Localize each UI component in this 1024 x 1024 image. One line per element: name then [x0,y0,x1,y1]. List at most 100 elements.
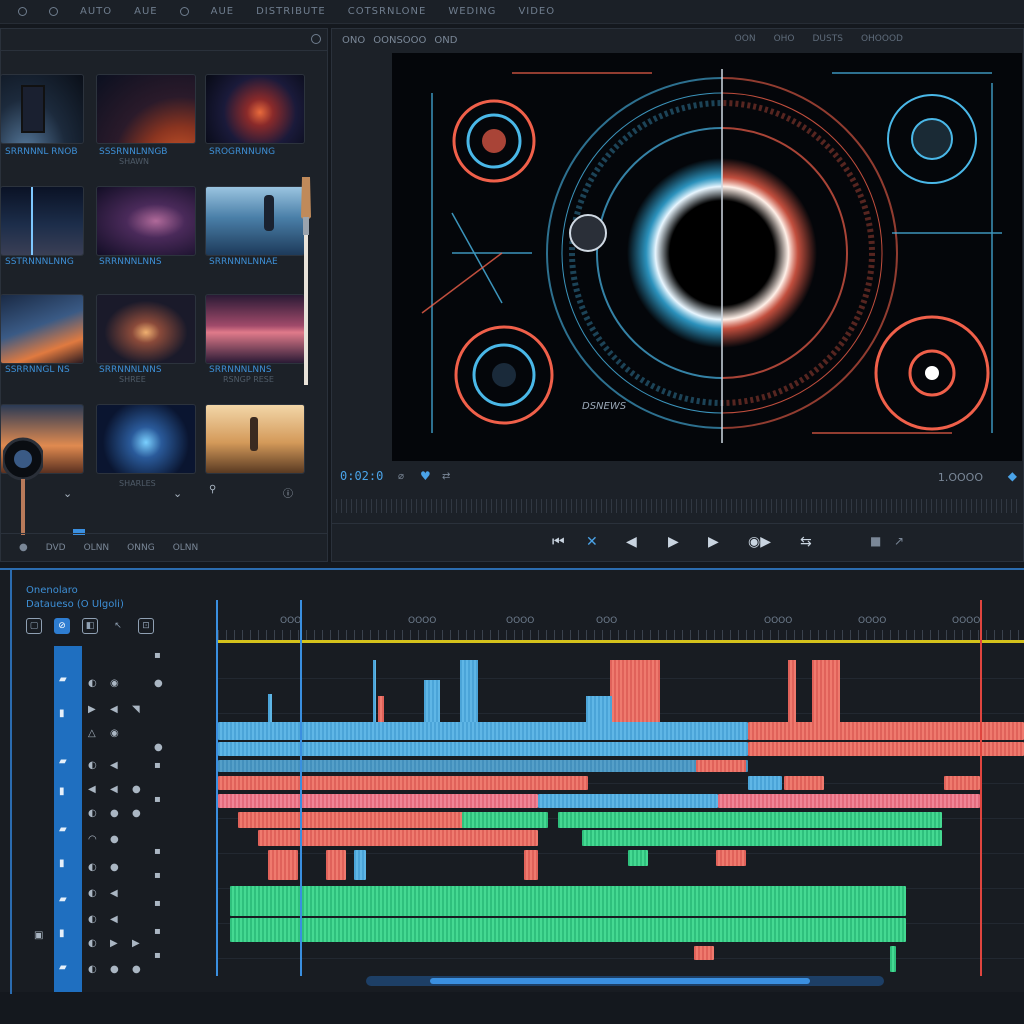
clip-green[interactable] [628,850,648,866]
close-icon[interactable]: ✕ [586,534,598,550]
audio-icon[interactable]: ◉ [110,728,119,739]
clip-red[interactable] [696,760,746,772]
marker-diamond-icon[interactable]: ◆ [1008,469,1017,483]
preview-tab-ono[interactable]: ONO [342,35,365,46]
clip-green[interactable] [558,812,942,828]
work-area-bar[interactable] [218,640,1024,643]
eye-icon[interactable]: ◐ [88,862,97,873]
solo-icon[interactable]: ● [110,808,119,819]
clip-red[interactable] [524,850,538,880]
settings-icon[interactable] [49,7,58,16]
heart-icon[interactable]: ♥ [420,469,431,483]
clip-pink[interactable] [218,794,538,808]
arrow-icon[interactable]: ◀ [88,784,96,795]
clip-green-long[interactable] [230,886,906,916]
timeline-ruler[interactable]: OOO OOOO OOOO OOO OOOO OOOO OOOO [218,600,1024,642]
arrow-icon[interactable]: ◥ [132,704,140,715]
clip-blue[interactable] [218,760,748,772]
track-lock-icon[interactable]: ▮ [59,786,65,797]
menu-item-cotsrnlone[interactable]: COTSRNLONE [348,6,427,17]
media-thumbnail-horizon-light[interactable] [1,187,83,255]
menu-item-aue[interactable]: AUE [134,6,157,17]
clip-red[interactable] [748,742,1024,756]
solo-icon[interactable]: ● [110,834,119,845]
eye-icon[interactable]: ◐ [88,678,97,689]
track-lock-icon[interactable]: ▮ [59,708,65,719]
clip-red[interactable] [268,850,298,880]
eye-icon[interactable]: ◐ [88,938,97,949]
clip-red[interactable] [716,850,746,866]
play-track-icon[interactable]: ▶ [88,704,96,715]
menu-item-video[interactable]: VIDEO [518,6,555,17]
audio-icon[interactable]: ◉ [110,678,119,689]
menu-item-aue-2[interactable]: AUE [211,6,234,17]
media-thumbnail-sunset-band[interactable] [206,295,304,363]
preview-option-3[interactable]: DUSTS [813,34,843,44]
select-tool-icon[interactable]: ▢ [26,618,42,634]
scrollbar-thumb[interactable] [430,978,810,984]
media-thumbnail-desert-figure[interactable] [206,405,304,473]
track-menu-icon[interactable]: ▪ [154,898,161,909]
track-menu-icon[interactable]: ▪ [154,760,161,771]
preview-scrubber[interactable] [336,499,1020,513]
arrow-tool-icon[interactable]: ↖ [110,618,126,634]
track-lock-icon[interactable]: ▰ [59,824,67,835]
eye-icon[interactable]: ◐ [88,760,97,771]
track-menu-icon[interactable]: ▪ [154,846,161,857]
track-lock-icon[interactable]: ▮ [59,858,65,869]
media-thumbnail-earth-orbit[interactable] [1,75,83,143]
playhead-red[interactable] [980,600,982,976]
in-point-marker[interactable] [216,600,218,976]
expand-icon[interactable]: ↗ [894,534,904,548]
preview-option-2[interactable]: OHO [774,34,795,44]
media-thumbnail-galaxy-purple[interactable] [97,187,195,255]
clip-red[interactable] [944,776,980,790]
solo-icon[interactable]: ● [132,808,141,819]
media-thumbnail-planet-red[interactable] [97,75,195,143]
preview-tab-ond[interactable]: OND [434,35,457,46]
record-icon[interactable] [179,7,189,16]
menu-item-auto[interactable]: AUTO [80,6,112,17]
solo-icon[interactable]: ● [132,784,141,795]
solo-icon[interactable]: ● [132,964,141,975]
clip-red[interactable] [326,850,346,880]
clip-blue[interactable] [538,794,718,808]
timeline-horizontal-scrollbar[interactable] [366,976,884,986]
play-icon[interactable]: ▶ [668,534,679,550]
solo-icon[interactable]: ● [154,742,163,753]
footer-item-olnn[interactable]: OLNN [84,543,110,553]
arrow-icon[interactable]: ◀ [110,914,118,925]
clip-blue[interactable] [218,722,748,740]
chevron-down-icon[interactable]: ⌄ [63,487,72,500]
eye-icon[interactable]: ◐ [88,964,97,975]
step-forward-icon[interactable]: ▶ [708,534,719,550]
track-menu-icon[interactable]: ▪ [154,650,161,661]
footer-item-olnn-2[interactable]: OLNN [173,543,199,553]
step-back-icon[interactable]: ◀ [626,534,637,550]
track-lock-icon[interactable]: ▣ [34,930,43,941]
gear-icon[interactable] [311,34,321,44]
preview-option-4[interactable]: OHOOOD [861,34,903,44]
solo-icon[interactable]: ● [110,862,119,873]
solo-icon[interactable]: ● [110,964,119,975]
track-menu-icon[interactable]: ▪ [154,870,161,881]
track-lock-icon[interactable]: ▮ [59,928,65,939]
clip-red[interactable] [218,776,588,790]
loop-icon[interactable]: ⇄ [442,471,450,482]
media-thumbnail-spiral-galaxy[interactable] [97,295,195,363]
trim-tool-icon[interactable]: ◧ [82,618,98,634]
media-thumbnail-planet-rim[interactable] [1,295,83,363]
swap-icon[interactable]: ⇆ [800,534,812,550]
footer-circle-icon[interactable]: ● [19,542,28,553]
clip-green[interactable] [582,830,942,846]
media-thumbnail-astronaut[interactable] [206,187,304,255]
timeline-tracks[interactable] [218,644,1024,974]
warning-icon[interactable]: △ [88,728,96,739]
go-to-start-icon[interactable]: ⏮ [552,534,565,550]
eye-icon[interactable]: ◐ [88,808,97,819]
clip-pink[interactable] [718,794,980,808]
menu-item-distribute[interactable]: DISTRIBUTE [256,6,326,17]
track-lock-icon[interactable]: ▰ [59,756,67,767]
track-menu-icon[interactable]: ▪ [154,950,161,961]
arrow-icon[interactable]: ◀ [110,760,118,771]
